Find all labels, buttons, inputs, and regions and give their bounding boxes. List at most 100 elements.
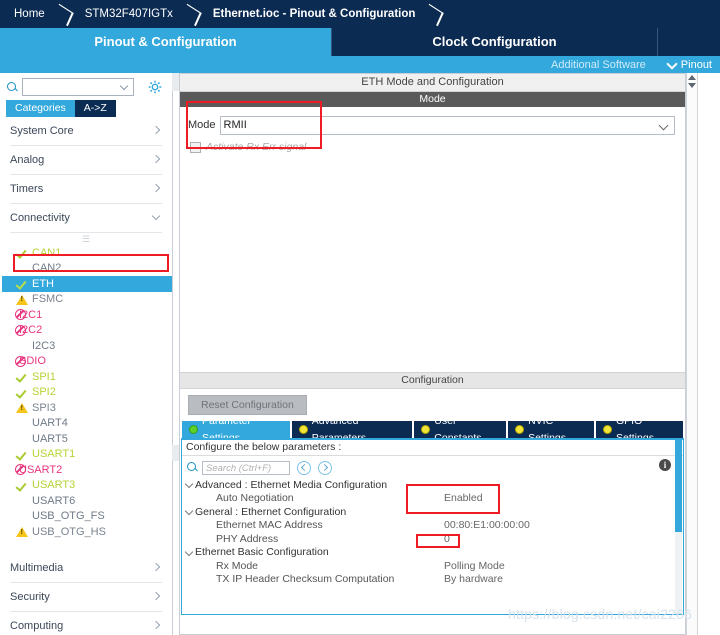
configuration-band: Configuration — [180, 372, 685, 389]
parameter-value[interactable]: 00:80:E1:00:00:00 — [444, 519, 530, 531]
parameter-search-input[interactable]: Search (Ctrl+F) — [202, 460, 290, 475]
category-label: Multimedia — [10, 561, 64, 574]
parameter-row[interactable]: PHY Address 0 — [184, 532, 683, 546]
sidebar-item-multimedia[interactable]: Multimedia — [10, 554, 162, 583]
peripheral-item-spi3[interactable]: SPI3 — [14, 400, 172, 416]
peripheral-item-spi2[interactable]: SPI2 — [14, 385, 172, 401]
parameter-label: Rx Mode — [216, 559, 259, 572]
parameter-label: Auto Negotiation — [216, 492, 294, 505]
peripheral-item-fsmc[interactable]: FSMC — [14, 292, 172, 308]
parameter-value[interactable]: Polling Mode — [444, 560, 505, 572]
peripheral-item-uart5[interactable]: UART5 — [14, 431, 172, 447]
peripheral-item-eth[interactable]: ETH — [2, 276, 172, 292]
tab-categories[interactable]: Categories — [6, 100, 75, 117]
search-input[interactable] — [23, 79, 116, 95]
status-dot-icon — [603, 425, 612, 434]
breadcrumb-item-file[interactable]: Ethernet.ioc - Pinout & Configuration — [199, 0, 426, 28]
peripheral-item-usart2[interactable]: USART2 — [14, 462, 172, 478]
config-tab-advanced-parameters[interactable]: Advanced Parameters — [291, 415, 413, 444]
scrollbar-thumb[interactable] — [675, 440, 682, 532]
peripheral-item-usb_otg_fs[interactable]: USB_OTG_FS — [14, 509, 172, 525]
peripheral-item-usart3[interactable]: USART3 — [14, 478, 172, 494]
sidebar-item-security[interactable]: Security — [10, 583, 162, 612]
scroll-up-arrow-icon[interactable] — [688, 75, 696, 80]
splitter-handle-top[interactable] — [172, 73, 179, 91]
tab-a-to-z[interactable]: A->Z — [74, 100, 116, 117]
scroll-down-arrow-icon[interactable] — [688, 83, 696, 88]
breadcrumb-item-home[interactable]: Home — [0, 0, 55, 28]
panel-vertical-scrollbar[interactable] — [686, 73, 698, 635]
status-dot-icon — [515, 425, 525, 434]
parameter-group-row[interactable]: Advanced : Ethernet Media Configuration — [184, 478, 683, 492]
config-tab-user-constants[interactable]: User Constants — [414, 415, 507, 444]
peripheral-item-can2[interactable]: CAN2 — [14, 261, 172, 277]
peripheral-item-can1[interactable]: CAN1 — [14, 245, 172, 261]
breadcrumb: Home STM32F407IGTx Ethernet.ioc - Pinout… — [0, 0, 720, 28]
parameter-row[interactable]: Rx Mode Polling Mode — [184, 559, 683, 573]
parameter-value[interactable]: Enabled — [444, 492, 483, 504]
chevron-down-icon[interactable] — [184, 547, 195, 558]
config-tab-parameter-settings[interactable]: Parameter Settings — [182, 415, 290, 444]
pinout-dropdown[interactable]: Pinout — [668, 59, 712, 71]
peripheral-item-i2c3[interactable]: I2C3 — [14, 338, 172, 354]
parameter-row[interactable]: TX IP Header Checksum Computation By hard… — [184, 573, 683, 587]
breadcrumb-label: Home — [14, 8, 45, 20]
peripheral-label: USART3 — [32, 479, 76, 492]
additional-software-button[interactable]: Additional Software — [551, 59, 646, 71]
parameter-group-row[interactable]: Ethernet Basic Configuration — [184, 546, 683, 560]
peripheral-item-sdio[interactable]: SDIO — [14, 354, 172, 370]
gear-icon[interactable] — [148, 80, 162, 94]
check-icon — [16, 479, 29, 492]
parameter-value[interactable]: By hardware — [444, 573, 503, 585]
splitter-handle-bottom[interactable] — [172, 445, 179, 461]
rx-err-checkbox-row[interactable]: Activate Rx Err signal — [180, 135, 685, 153]
collapse-all-icon[interactable] — [297, 460, 311, 475]
config-tab-nvic-settings[interactable]: NVIC Settings — [508, 415, 594, 444]
chevron-down-icon — [121, 83, 129, 91]
tab-overflow[interactable] — [657, 28, 720, 56]
chevron-down-icon[interactable] — [184, 479, 195, 490]
sidebar-item-computing[interactable]: Computing — [10, 612, 162, 635]
peripheral-item-usart1[interactable]: USART1 — [14, 447, 172, 463]
config-tab-gpio-settings[interactable]: GPIO Settings — [596, 415, 684, 444]
expand-all-icon[interactable] — [318, 460, 332, 475]
peripheral-item-usart6[interactable]: USART6 — [14, 493, 172, 509]
peripheral-item-spi1[interactable]: SPI1 — [14, 369, 172, 385]
breadcrumb-label: STM32F407IGTx — [84, 8, 173, 20]
peripheral-item-uart4[interactable]: UART4 — [14, 416, 172, 432]
breadcrumb-item-device[interactable]: STM32F407IGTx — [71, 0, 183, 28]
category-label: Timers — [10, 183, 44, 195]
peripheral-list: CAN1 CAN2 ETH FSMCI2C1I2C2I2C3 SDIOSPI1 SPI2 S… — [0, 245, 172, 540]
chevron-down-icon[interactable] — [184, 506, 195, 517]
parameter-row[interactable]: Ethernet MAC Address 00:80:E1:00:00:00 — [184, 519, 683, 533]
sidebar-category-list-top: System Core Analog Timers Connectivity — [0, 117, 172, 233]
chevron-down-icon — [660, 122, 669, 131]
parameter-row[interactable]: Auto Negotiation Enabled — [184, 492, 683, 506]
tab-clock-configuration[interactable]: Clock Configuration — [331, 28, 657, 56]
category-label: System Core — [10, 125, 74, 137]
sidebar-item-system-core[interactable]: System Core — [10, 117, 162, 146]
parameter-pane-scrollbar[interactable] — [675, 440, 682, 614]
checkbox-icon[interactable] — [190, 141, 201, 153]
parameter-group-row[interactable]: General : Ethernet Configuration — [184, 505, 683, 519]
parameter-value[interactable]: 0 — [444, 533, 450, 545]
peripheral-item-usb_otg_hs[interactable]: USB_OTG_HS — [14, 524, 172, 540]
sidebar-search-combobox[interactable] — [22, 78, 134, 96]
chevron-down-icon — [668, 60, 677, 69]
peripheral-scroll-up-indicator[interactable]: ☰ — [0, 233, 172, 245]
mode-select[interactable]: RMII — [219, 115, 675, 135]
peripheral-item-i2c1[interactable]: I2C1 — [14, 307, 172, 323]
info-icon[interactable]: i — [659, 459, 671, 471]
sidebar-mode-tabs: Categories A->Z — [0, 100, 172, 117]
peripheral-label: SPI3 — [32, 401, 56, 414]
tab-pinout-configuration[interactable]: Pinout & Configuration — [0, 28, 331, 56]
parameter-settings-pane: Configure the below parameters : Search … — [181, 438, 684, 615]
sidebar-item-connectivity[interactable]: Connectivity — [10, 204, 162, 233]
sidebar-item-timers[interactable]: Timers — [10, 175, 162, 204]
check-icon — [16, 386, 29, 399]
check-icon — [16, 246, 29, 259]
cubemx-window: Home STM32F407IGTx Ethernet.ioc - Pinout… — [0, 0, 720, 635]
chevron-right-icon — [152, 621, 162, 631]
sidebar-item-analog[interactable]: Analog — [10, 146, 162, 175]
peripheral-item-i2c2[interactable]: I2C2 — [14, 323, 172, 339]
